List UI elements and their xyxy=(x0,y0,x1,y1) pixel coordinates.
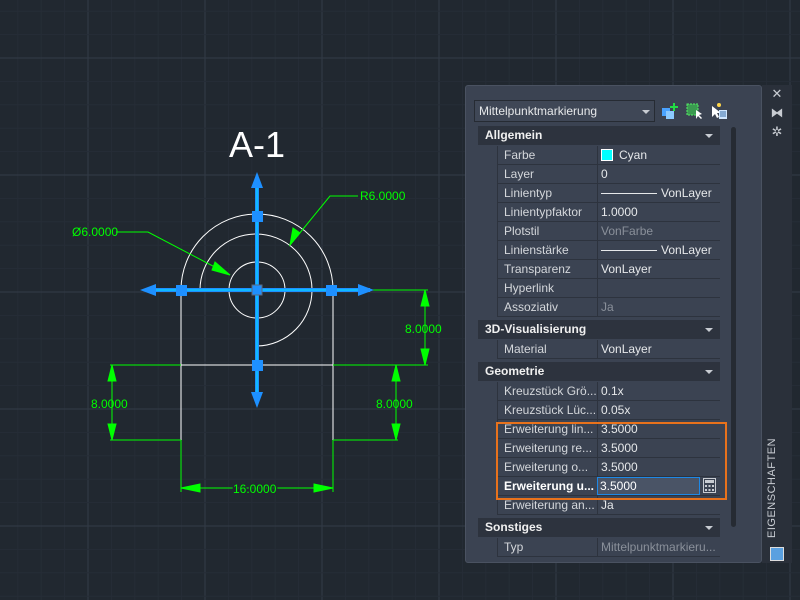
section-title: Sonstiges xyxy=(485,520,543,534)
center-mark[interactable] xyxy=(140,172,374,408)
property-key: Typ xyxy=(504,540,524,554)
property-value[interactable]: Cyan xyxy=(597,146,720,164)
add-selection-icon[interactable] xyxy=(661,102,679,120)
property-key: Layer xyxy=(504,167,535,181)
grip-right[interactable] xyxy=(326,285,337,296)
property-value[interactable]: 0.1x xyxy=(597,382,720,400)
arrow-grip-right[interactable] xyxy=(358,284,374,296)
highlight-box xyxy=(496,422,727,500)
dim-width-text: 16.0000 xyxy=(233,482,277,496)
property-key: Transparenz xyxy=(504,262,571,276)
value-text: VonLayer xyxy=(601,262,652,276)
property-key: Plotstil xyxy=(504,224,540,238)
property-value[interactable]: Ja xyxy=(597,298,720,316)
property-row[interactable]: Kreuzstück Lüc... 0.05x xyxy=(497,401,720,420)
settings-icon[interactable]: ✲ xyxy=(770,125,784,139)
value-text: 0.05x xyxy=(601,403,631,417)
value-text: Ja xyxy=(601,300,614,314)
property-key: Linientypfaktor xyxy=(504,205,583,219)
property-value[interactable]: VonLayer xyxy=(597,340,720,358)
property-key: Farbe xyxy=(504,148,536,162)
drawing-label: A-1 xyxy=(229,124,285,165)
close-icon[interactable]: ✕ xyxy=(770,87,784,101)
property-row[interactable]: Kreuzstück Grö... 0.1x xyxy=(497,382,720,401)
line-sample xyxy=(601,193,657,195)
panel-title: EIGENSCHAFTEN xyxy=(766,437,778,538)
quick-select-icon[interactable] xyxy=(686,102,704,120)
property-key: Hyperlink xyxy=(504,281,555,295)
property-key: Linientyp xyxy=(504,186,553,200)
dim-left-height-text: 8.0000 xyxy=(91,397,128,411)
property-value[interactable]: VonFarbe xyxy=(597,222,720,240)
property-value[interactable] xyxy=(597,279,720,297)
object-type-dropdown[interactable]: Mittelpunktmarkierung xyxy=(474,100,655,122)
color-swatch xyxy=(601,149,613,161)
property-row[interactable]: Assoziativ Ja xyxy=(497,298,720,317)
section-header-2[interactable]: Geometrie xyxy=(478,362,720,381)
dim-right-lower-text: 8.0000 xyxy=(376,397,413,411)
select-objects-icon[interactable] xyxy=(710,102,728,120)
property-value[interactable]: VonLayer xyxy=(597,260,720,278)
collapse-arrow-icon[interactable] xyxy=(705,328,713,332)
value-text: VonLayer xyxy=(601,342,652,356)
value-text: VonLayer xyxy=(661,243,712,257)
line-sample xyxy=(601,250,657,252)
section-header-0[interactable]: Allgemein xyxy=(478,126,720,145)
value-text: Ja xyxy=(601,498,614,512)
dim-radius-text: R6.0000 xyxy=(360,189,406,203)
value-text: 1.0000 xyxy=(601,205,638,219)
property-row[interactable]: Plotstil VonFarbe xyxy=(497,222,720,241)
property-value[interactable]: VonLayer xyxy=(597,241,720,259)
property-value[interactable]: 1.0000 xyxy=(597,203,720,221)
value-text: Mittelpunktmarkieru... xyxy=(601,540,716,554)
dim-diameter-text: Ø6.0000 xyxy=(72,225,118,239)
property-value[interactable]: Mittelpunktmarkieru... xyxy=(597,538,720,556)
property-row[interactable]: Material VonLayer xyxy=(497,340,720,359)
property-key: Kreuzstück Grö... xyxy=(504,384,597,398)
property-row[interactable]: Layer 0 xyxy=(497,165,720,184)
property-row[interactable]: Farbe Cyan xyxy=(497,146,720,165)
collapse-arrow-icon[interactable] xyxy=(705,134,713,138)
property-row[interactable]: Linientypfaktor 1.0000 xyxy=(497,203,720,222)
property-row[interactable]: Typ Mittelpunktmarkieru... xyxy=(497,538,720,557)
value-text: Cyan xyxy=(619,148,648,162)
property-key: Material xyxy=(504,342,547,356)
grip-left[interactable] xyxy=(176,285,187,296)
value-text: VonLayer xyxy=(661,186,712,200)
collapse-arrow-icon[interactable] xyxy=(705,370,713,374)
arrow-grip-down[interactable] xyxy=(251,392,263,408)
property-row[interactable]: Linienstärke VonLayer xyxy=(497,241,720,260)
grip-bottom[interactable] xyxy=(252,360,263,371)
value-text: 0 xyxy=(601,167,608,181)
dim-right-height-text: 8.0000 xyxy=(405,322,442,336)
chevron-down-icon xyxy=(642,110,650,114)
section-title: Geometrie xyxy=(485,364,545,378)
property-value[interactable]: VonLayer xyxy=(597,184,720,202)
property-value[interactable]: 0.05x xyxy=(597,401,720,419)
section-header-3[interactable]: Sonstiges xyxy=(478,518,720,537)
property-value[interactable]: 0 xyxy=(597,165,720,183)
property-key: Kreuzstück Lüc... xyxy=(504,403,597,417)
dropdown-value: Mittelpunktmarkierung xyxy=(479,104,598,118)
property-row[interactable]: Transparenz VonLayer xyxy=(497,260,720,279)
scrollbar[interactable] xyxy=(731,127,736,527)
property-row[interactable]: Linientyp VonLayer xyxy=(497,184,720,203)
property-row[interactable]: Hyperlink xyxy=(497,279,720,298)
property-key: Assoziativ xyxy=(504,300,559,314)
value-text: 0.1x xyxy=(601,384,624,398)
grip-top[interactable] xyxy=(252,211,263,222)
section-title: Allgemein xyxy=(485,128,543,142)
properties-icon[interactable] xyxy=(770,547,784,561)
section-title: 3D-Visualisierung xyxy=(485,322,587,336)
arrow-grip-up[interactable] xyxy=(251,172,263,188)
dimensions xyxy=(107,195,430,493)
arrow-grip-left[interactable] xyxy=(140,284,156,296)
section-header-1[interactable]: 3D-Visualisierung xyxy=(478,320,720,339)
collapse-arrow-icon[interactable] xyxy=(705,526,713,530)
auto-hide-icon[interactable]: ⧓ xyxy=(770,106,784,120)
grip-center[interactable] xyxy=(251,284,263,296)
value-text: VonFarbe xyxy=(601,224,654,238)
property-key: Linienstärke xyxy=(504,243,569,257)
